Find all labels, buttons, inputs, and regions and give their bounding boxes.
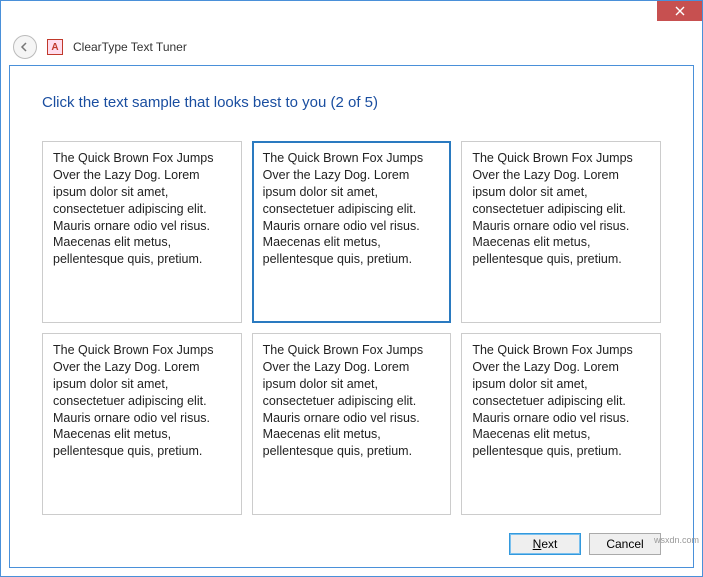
app-title: ClearType Text Tuner (73, 40, 187, 54)
next-button[interactable]: Next (509, 533, 581, 555)
app-icon: A (47, 39, 63, 55)
close-button[interactable] (657, 1, 702, 21)
content-panel: Click the text sample that looks best to… (9, 65, 694, 568)
text-sample-2[interactable]: The Quick Brown Fox Jumps Over the Lazy … (252, 141, 452, 323)
sample-grid: The Quick Brown Fox Jumps Over the Lazy … (42, 141, 661, 515)
text-sample-6[interactable]: The Quick Brown Fox Jumps Over the Lazy … (461, 333, 661, 515)
header: A ClearType Text Tuner (1, 29, 702, 65)
close-icon (675, 6, 685, 16)
text-sample-4[interactable]: The Quick Brown Fox Jumps Over the Lazy … (42, 333, 242, 515)
page-heading: Click the text sample that looks best to… (42, 94, 661, 111)
text-sample-3[interactable]: The Quick Brown Fox Jumps Over the Lazy … (461, 141, 661, 323)
watermark: wsxdn.com (654, 535, 699, 545)
cancel-button[interactable]: Cancel (589, 533, 661, 555)
back-button[interactable] (13, 35, 37, 59)
text-sample-1[interactable]: The Quick Brown Fox Jumps Over the Lazy … (42, 141, 242, 323)
back-arrow-icon (19, 41, 31, 53)
dialog-window: A ClearType Text Tuner Click the text sa… (0, 0, 703, 577)
footer: Next Cancel (42, 515, 661, 555)
titlebar (1, 1, 702, 29)
text-sample-5[interactable]: The Quick Brown Fox Jumps Over the Lazy … (252, 333, 452, 515)
